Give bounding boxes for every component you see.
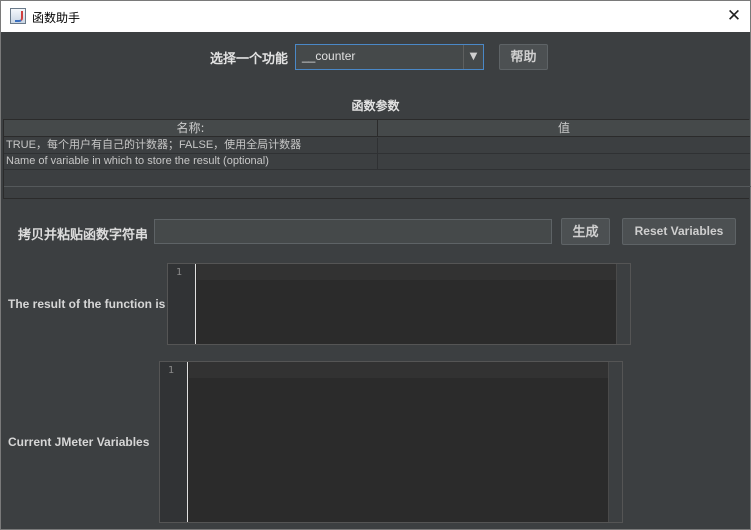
current-line-highlight bbox=[197, 264, 617, 280]
param-name-cell: TRUE，每个用户有自己的计数器；FALSE，使用全局计数器 bbox=[4, 138, 378, 153]
column-header-name[interactable]: 名称: bbox=[4, 120, 378, 137]
function-string-input[interactable] bbox=[154, 219, 552, 244]
param-value-cell[interactable] bbox=[378, 154, 750, 169]
window-title: 函数助手 bbox=[32, 11, 81, 25]
variables-editor[interactable]: 1 bbox=[159, 361, 623, 523]
result-label: The result of the function is bbox=[8, 297, 166, 311]
function-select-value: __counter bbox=[302, 49, 356, 63]
java-cup-icon bbox=[10, 8, 26, 24]
param-value-cell[interactable] bbox=[378, 138, 750, 153]
table-row[interactable]: Name of variable in which to store the r… bbox=[4, 154, 750, 170]
result-editor[interactable]: 1 bbox=[167, 263, 631, 345]
table-header: 名称: 值 bbox=[4, 120, 750, 137]
copy-string-label: 拷贝并粘贴函数字符串 bbox=[18, 228, 149, 243]
current-line-highlight bbox=[189, 362, 609, 378]
line-gutter: 1 bbox=[160, 362, 188, 522]
param-name-cell: Name of variable in which to store the r… bbox=[4, 154, 378, 169]
vertical-scrollbar[interactable] bbox=[608, 362, 622, 522]
column-header-value[interactable]: 值 bbox=[378, 120, 750, 137]
title-bar: 函数助手 ✕ bbox=[1, 1, 750, 32]
help-button[interactable]: 帮助 bbox=[499, 44, 548, 70]
function-select[interactable]: __counter ▼ bbox=[295, 44, 484, 70]
reset-variables-button[interactable]: Reset Variables bbox=[622, 218, 736, 245]
table-row[interactable]: TRUE，每个用户有自己的计数器；FALSE，使用全局计数器 bbox=[4, 138, 750, 154]
parameters-table: 名称: 值 TRUE，每个用户有自己的计数器；FALSE，使用全局计数器 Nam… bbox=[3, 119, 751, 199]
line-gutter: 1 bbox=[168, 264, 196, 344]
chevron-down-icon[interactable]: ▼ bbox=[463, 45, 483, 69]
line-number: 1 bbox=[168, 365, 175, 376]
function-select-label: 选择一个功能 bbox=[210, 52, 289, 67]
parameters-title: 函数参数 bbox=[351, 99, 400, 113]
close-icon[interactable]: ✕ bbox=[722, 4, 746, 28]
variables-label: Current JMeter Variables bbox=[8, 435, 150, 449]
function-helper-window: 函数助手 ✕ 选择一个功能 __counter ▼ 帮助 函数参数 名称: 值 … bbox=[0, 0, 751, 530]
table-divider bbox=[4, 186, 751, 187]
line-number: 1 bbox=[176, 267, 183, 278]
vertical-scrollbar[interactable] bbox=[616, 264, 630, 344]
generate-button[interactable]: 生成 bbox=[561, 218, 610, 245]
